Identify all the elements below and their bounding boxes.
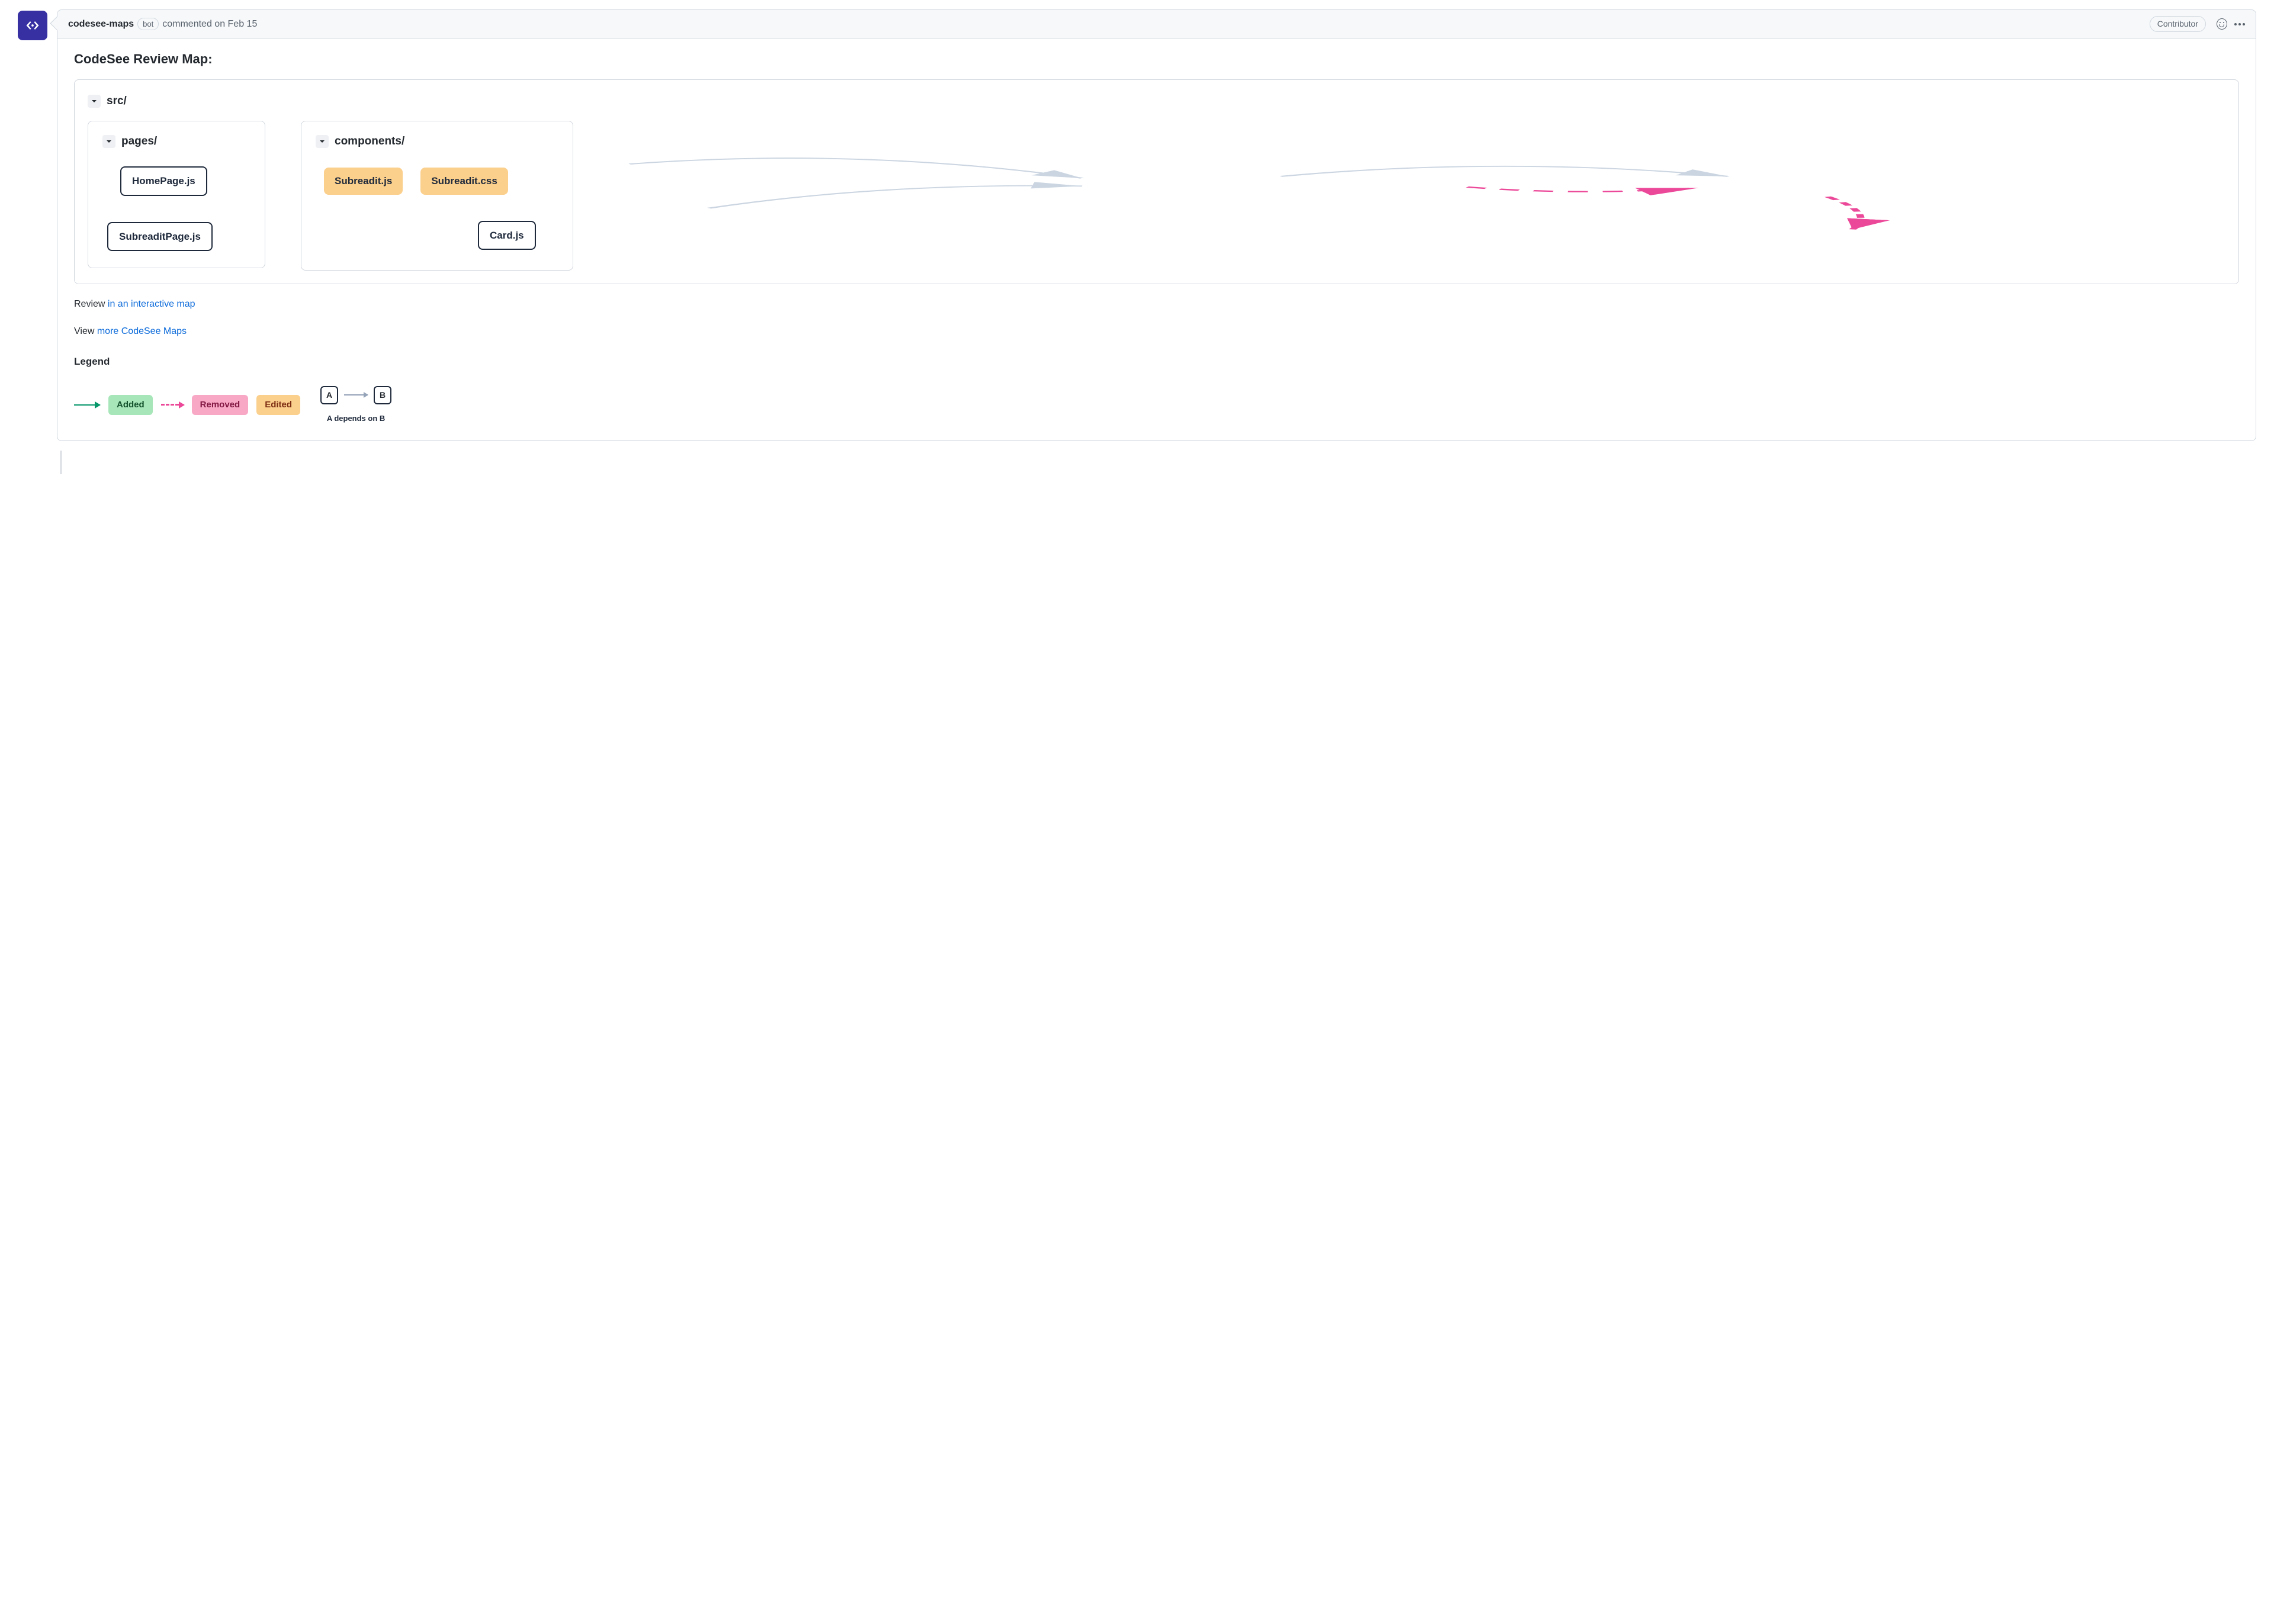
legend-depends-label: A depends on B bbox=[327, 413, 385, 425]
folder-components-header: components/ bbox=[316, 133, 558, 150]
diagram-container: src/ bbox=[74, 79, 2239, 284]
interactive-map-link[interactable]: in an interactive map bbox=[108, 299, 195, 309]
legend-depends-arrow-icon bbox=[344, 394, 368, 395]
avatar[interactable] bbox=[18, 11, 47, 40]
node-homepage[interactable]: HomePage.js bbox=[120, 166, 207, 196]
legend-added-chip: Added bbox=[108, 395, 153, 416]
collapse-pages-button[interactable] bbox=[102, 135, 115, 148]
legend-removed-chip: Removed bbox=[192, 395, 249, 416]
legend-arrow-added-icon bbox=[74, 404, 100, 406]
folder-components-label: components/ bbox=[335, 133, 404, 150]
legend-depends-group: A B A depends on B bbox=[320, 386, 391, 425]
folder-pages-header: pages/ bbox=[102, 133, 250, 150]
review-link-line: Review in an interactive map bbox=[74, 297, 2239, 311]
chevron-down-icon bbox=[319, 138, 326, 145]
author-link[interactable]: codesee-maps bbox=[68, 17, 134, 31]
folder-src-label: src/ bbox=[107, 93, 127, 110]
code-icon bbox=[24, 17, 41, 34]
node-subreadit-js[interactable]: Subreadit.js bbox=[324, 168, 403, 195]
collapse-src-button[interactable] bbox=[88, 95, 101, 108]
folder-src-header: src/ bbox=[88, 93, 2225, 110]
timeline-connector bbox=[60, 451, 62, 474]
legend-row: Added Removed Edited A B A depends on B bbox=[74, 386, 2239, 425]
comment-header: codesee-maps bot commented on Feb 15 Con… bbox=[57, 10, 2256, 38]
legend-edited-chip: Edited bbox=[256, 395, 300, 416]
comment-actions-menu[interactable] bbox=[2234, 19, 2245, 30]
add-reaction-button[interactable] bbox=[2217, 19, 2227, 30]
collapse-components-button[interactable] bbox=[316, 135, 329, 148]
comment-timestamp[interactable]: commented on Feb 15 bbox=[162, 17, 257, 31]
chevron-down-icon bbox=[91, 98, 98, 105]
chevron-down-icon bbox=[105, 138, 113, 145]
review-map-title: CodeSee Review Map: bbox=[74, 49, 2239, 69]
comment-container: codesee-maps bot commented on Feb 15 Con… bbox=[57, 9, 2256, 441]
view-link-line: View more CodeSee Maps bbox=[74, 324, 2239, 339]
node-card-js[interactable]: Card.js bbox=[478, 221, 536, 250]
folder-pages-label: pages/ bbox=[121, 133, 157, 150]
smiley-icon bbox=[2217, 18, 2227, 30]
folder-components: components/ Subreadit.js Subreadit.css C… bbox=[301, 121, 573, 271]
legend-box-b: B bbox=[374, 386, 391, 404]
kebab-icon bbox=[2234, 23, 2245, 25]
more-maps-link[interactable]: more CodeSee Maps bbox=[97, 326, 187, 336]
legend-arrow-removed-icon bbox=[161, 404, 184, 406]
bot-badge: bot bbox=[137, 18, 159, 31]
contributor-badge: Contributor bbox=[2150, 16, 2206, 32]
legend-title: Legend bbox=[74, 354, 2239, 369]
legend-box-a: A bbox=[320, 386, 338, 404]
node-subreadit-css[interactable]: Subreadit.css bbox=[420, 168, 508, 195]
folder-pages: pages/ HomePage.js SubreaditPage.js bbox=[88, 121, 265, 269]
node-subreaditpage[interactable]: SubreaditPage.js bbox=[107, 222, 213, 252]
